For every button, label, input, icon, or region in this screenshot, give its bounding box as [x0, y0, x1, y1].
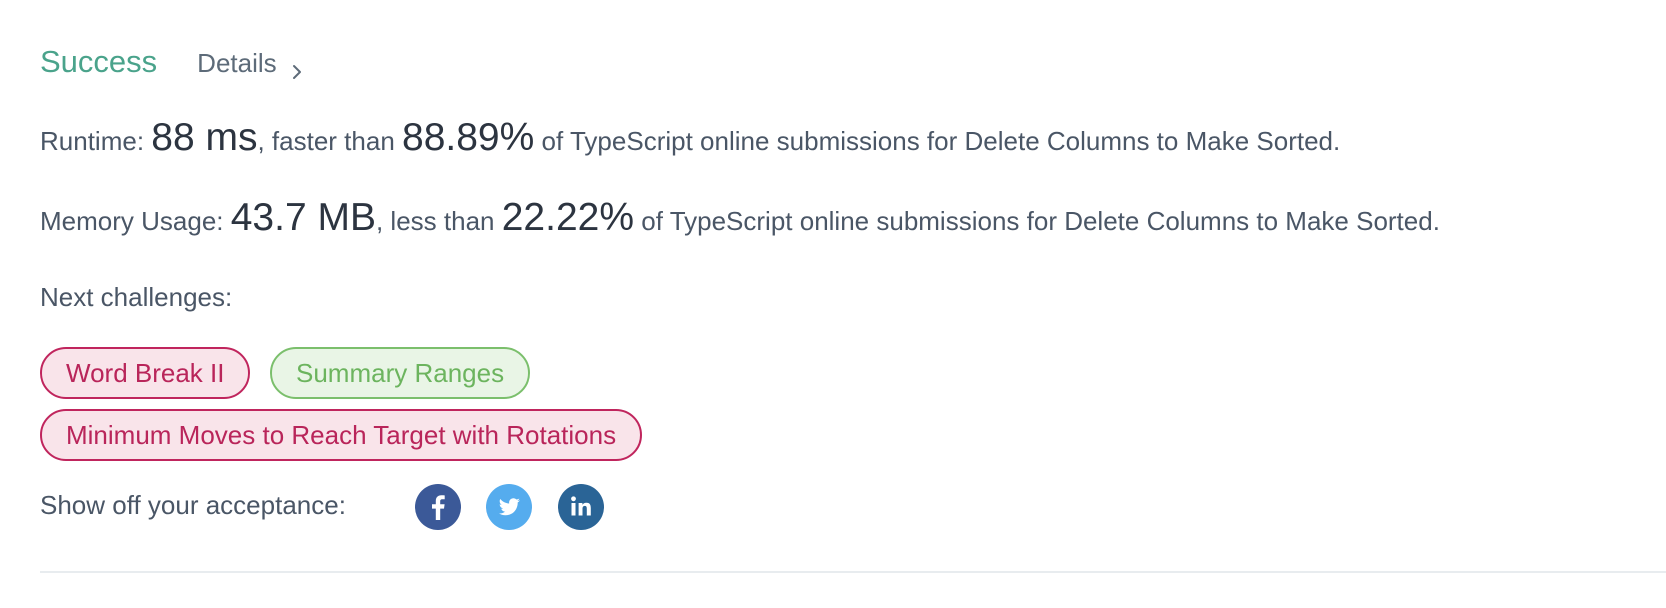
challenge-word-break-ii[interactable]: Word Break II: [40, 347, 251, 399]
runtime-stat: Runtime: 88 ms, faster than 88.89% of Ty…: [40, 116, 1340, 160]
linkedin-icon: [558, 484, 604, 530]
runtime-label: Runtime:: [40, 126, 145, 156]
chevron-right-icon: [289, 56, 305, 79]
details-label: Details: [197, 48, 277, 78]
share-label: Show off your acceptance:: [40, 490, 346, 520]
memory-suffix: of TypeScript online submissions for Del…: [641, 206, 1440, 236]
challenge-minimum-moves[interactable]: Minimum Moves to Reach Target with Rotat…: [40, 409, 643, 461]
memory-value: 43.7 MB: [230, 196, 376, 239]
memory-stat: Memory Usage: 43.7 MB, less than 22.22% …: [40, 196, 1440, 240]
linkedin-share-button[interactable]: [558, 484, 604, 530]
challenge-summary-ranges[interactable]: Summary Ranges: [270, 347, 531, 399]
next-challenges-label: Next challenges:: [40, 282, 233, 312]
status-label: Success: [40, 44, 158, 79]
facebook-icon: [415, 484, 461, 530]
runtime-percent: 88.89%: [402, 116, 535, 159]
twitter-share-button[interactable]: [486, 484, 532, 530]
details-link[interactable]: Details: [197, 48, 304, 79]
runtime-comparison: , faster than: [257, 126, 395, 156]
twitter-icon: [486, 484, 532, 530]
section-divider: [40, 571, 1666, 573]
memory-label: Memory Usage:: [40, 206, 224, 236]
memory-comparison: , less than: [375, 206, 495, 236]
runtime-suffix: of TypeScript online submissions for Del…: [541, 126, 1341, 156]
memory-percent: 22.22%: [501, 196, 635, 239]
result-header: Success Details: [40, 44, 305, 80]
facebook-share-button[interactable]: [415, 484, 461, 530]
runtime-value: 88 ms: [151, 116, 258, 159]
